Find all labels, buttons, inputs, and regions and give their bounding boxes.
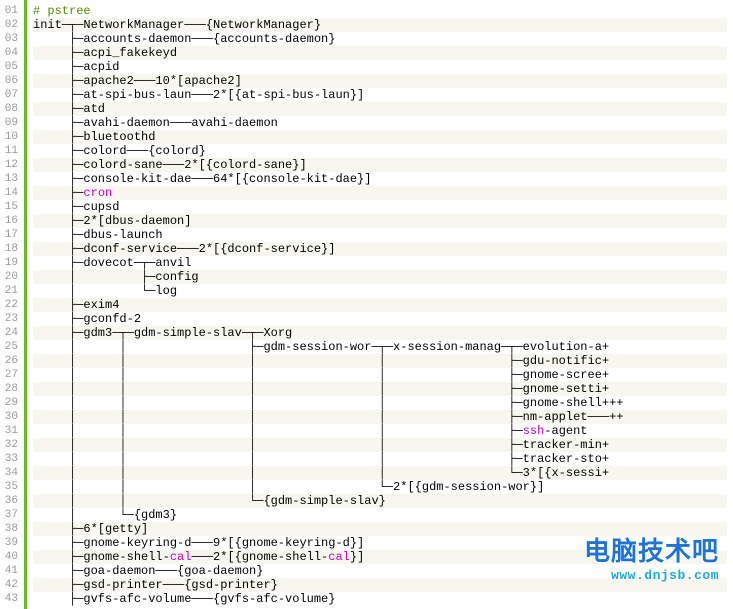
line-number: 37 — [2, 508, 22, 522]
code-line: ├─acpid — [33, 60, 727, 74]
line-number: 31 — [2, 424, 22, 438]
line-number: 30 — [2, 410, 22, 424]
line-number: 12 — [2, 158, 22, 172]
line-number: 11 — [2, 144, 22, 158]
line-number: 41 — [2, 564, 22, 578]
code-line: ├─gnome-keyring-d───9*[{gnome-keyring-d}… — [33, 536, 727, 550]
line-number: 24 — [2, 326, 22, 340]
line-number: 33 — [2, 452, 22, 466]
code-line: ├─atd — [33, 102, 727, 116]
line-number: 08 — [2, 102, 22, 116]
line-number: 43 — [2, 592, 22, 606]
code-line: │ │ ├─gdm-session-wor─┬─x-session-manag─… — [33, 340, 727, 354]
code-line: ├─colord-sane───2*[{colord-sane}] — [33, 158, 727, 172]
code-line: ├─accounts-daemon───{accounts-daemon} — [33, 32, 727, 46]
line-number: 36 — [2, 494, 22, 508]
code-line: ├─goa-daemon───{goa-daemon} — [33, 564, 727, 578]
line-number: 06 — [2, 74, 22, 88]
code-line: │ │ │ │ ├─nm-applet───++ — [33, 410, 727, 424]
line-number: 38 — [2, 522, 22, 536]
code-line: # pstree — [33, 4, 727, 18]
line-number: 02 — [2, 18, 22, 32]
code-line: ├─6*[getty] — [33, 522, 727, 536]
line-number: 26 — [2, 354, 22, 368]
line-number: 21 — [2, 284, 22, 298]
line-number-gutter: 0102030405060708091011121314151617181920… — [0, 0, 27, 609]
code-line: │ ├─config — [33, 270, 727, 284]
code-line: │ │ │ │ ├─gdu-notific+ — [33, 354, 727, 368]
line-number: 27 — [2, 368, 22, 382]
code-line: │ │ │ │ ├─gnome-setti+ — [33, 382, 727, 396]
code-line: │ └─{gdm3} — [33, 508, 727, 522]
line-number: 32 — [2, 438, 22, 452]
line-number: 15 — [2, 200, 22, 214]
code-line: │ └─log — [33, 284, 727, 298]
line-number: 04 — [2, 46, 22, 60]
code-line: init─┬─NetworkManager───{NetworkManager} — [33, 18, 727, 32]
code-line: │ │ └─{gdm-simple-slav} — [33, 494, 727, 508]
line-number: 34 — [2, 466, 22, 480]
line-number: 28 — [2, 382, 22, 396]
line-number: 09 — [2, 116, 22, 130]
line-number: 17 — [2, 228, 22, 242]
line-number: 42 — [2, 578, 22, 592]
code-line: ├─gnome-shell-cal───2*[{gnome-shell-cal}… — [33, 550, 727, 564]
code-line: │ │ │ │ ├─ssh-agent — [33, 424, 727, 438]
code-line: ├─2*[dbus-daemon] — [33, 214, 727, 228]
line-number: 22 — [2, 298, 22, 312]
line-number: 16 — [2, 214, 22, 228]
code-line: ├─dovecot─┬─anvil — [33, 256, 727, 270]
code-line: ├─gvfs-afc-volume───{gvfs-afc-volume} — [33, 592, 727, 606]
code-line: ├─bluetoothd — [33, 130, 727, 144]
code-line: │ │ │ │ ├─gnome-shell+++ — [33, 396, 727, 410]
code-line: ├─acpi_fakekeyd — [33, 46, 727, 60]
code-line: ├─gconfd-2 — [33, 312, 727, 326]
code-line: ├─cupsd — [33, 200, 727, 214]
code-line: ├─gsd-printer───{gsd-printer} — [33, 578, 727, 592]
code-line: ├─dbus-launch — [33, 228, 727, 242]
code-line: ├─exim4 — [33, 298, 727, 312]
line-number: 20 — [2, 270, 22, 284]
code-line: ├─colord───{colord} — [33, 144, 727, 158]
line-number: 13 — [2, 172, 22, 186]
code-content[interactable]: # pstreeinit─┬─NetworkManager───{Network… — [27, 0, 733, 609]
code-line: ├─console-kit-dae───64*[{console-kit-dae… — [33, 172, 727, 186]
line-number: 39 — [2, 536, 22, 550]
line-number: 01 — [2, 4, 22, 18]
code-line: ├─at-spi-bus-laun───2*[{at-spi-bus-laun}… — [33, 88, 727, 102]
code-line: │ │ │ │ └─3*[{x-sessi+ — [33, 466, 727, 480]
code-line: ├─cron — [33, 186, 727, 200]
line-number: 35 — [2, 480, 22, 494]
code-line: │ │ │ │ ├─gnome-scree+ — [33, 368, 727, 382]
line-number: 07 — [2, 88, 22, 102]
line-number: 10 — [2, 130, 22, 144]
code-line: ├─apache2───10*[apache2] — [33, 74, 727, 88]
code-line: │ │ │ │ ├─tracker-sto+ — [33, 452, 727, 466]
line-number: 23 — [2, 312, 22, 326]
line-number: 03 — [2, 32, 22, 46]
code-line: │ │ │ │ ├─tracker-min+ — [33, 438, 727, 452]
code-line: ├─dconf-service───2*[{dconf-service}] — [33, 242, 727, 256]
line-number: 29 — [2, 396, 22, 410]
code-line: ├─avahi-daemon───avahi-daemon — [33, 116, 727, 130]
line-number: 19 — [2, 256, 22, 270]
code-line: │ │ │ └─2*[{gdm-session-wor}] — [33, 480, 727, 494]
line-number: 18 — [2, 242, 22, 256]
line-number: 05 — [2, 60, 22, 74]
code-line: ├─gdm3─┬─gdm-simple-slav─┬─Xorg — [33, 326, 727, 340]
line-number: 25 — [2, 340, 22, 354]
code-block: 0102030405060708091011121314151617181920… — [0, 0, 733, 609]
line-number: 14 — [2, 186, 22, 200]
line-number: 40 — [2, 550, 22, 564]
